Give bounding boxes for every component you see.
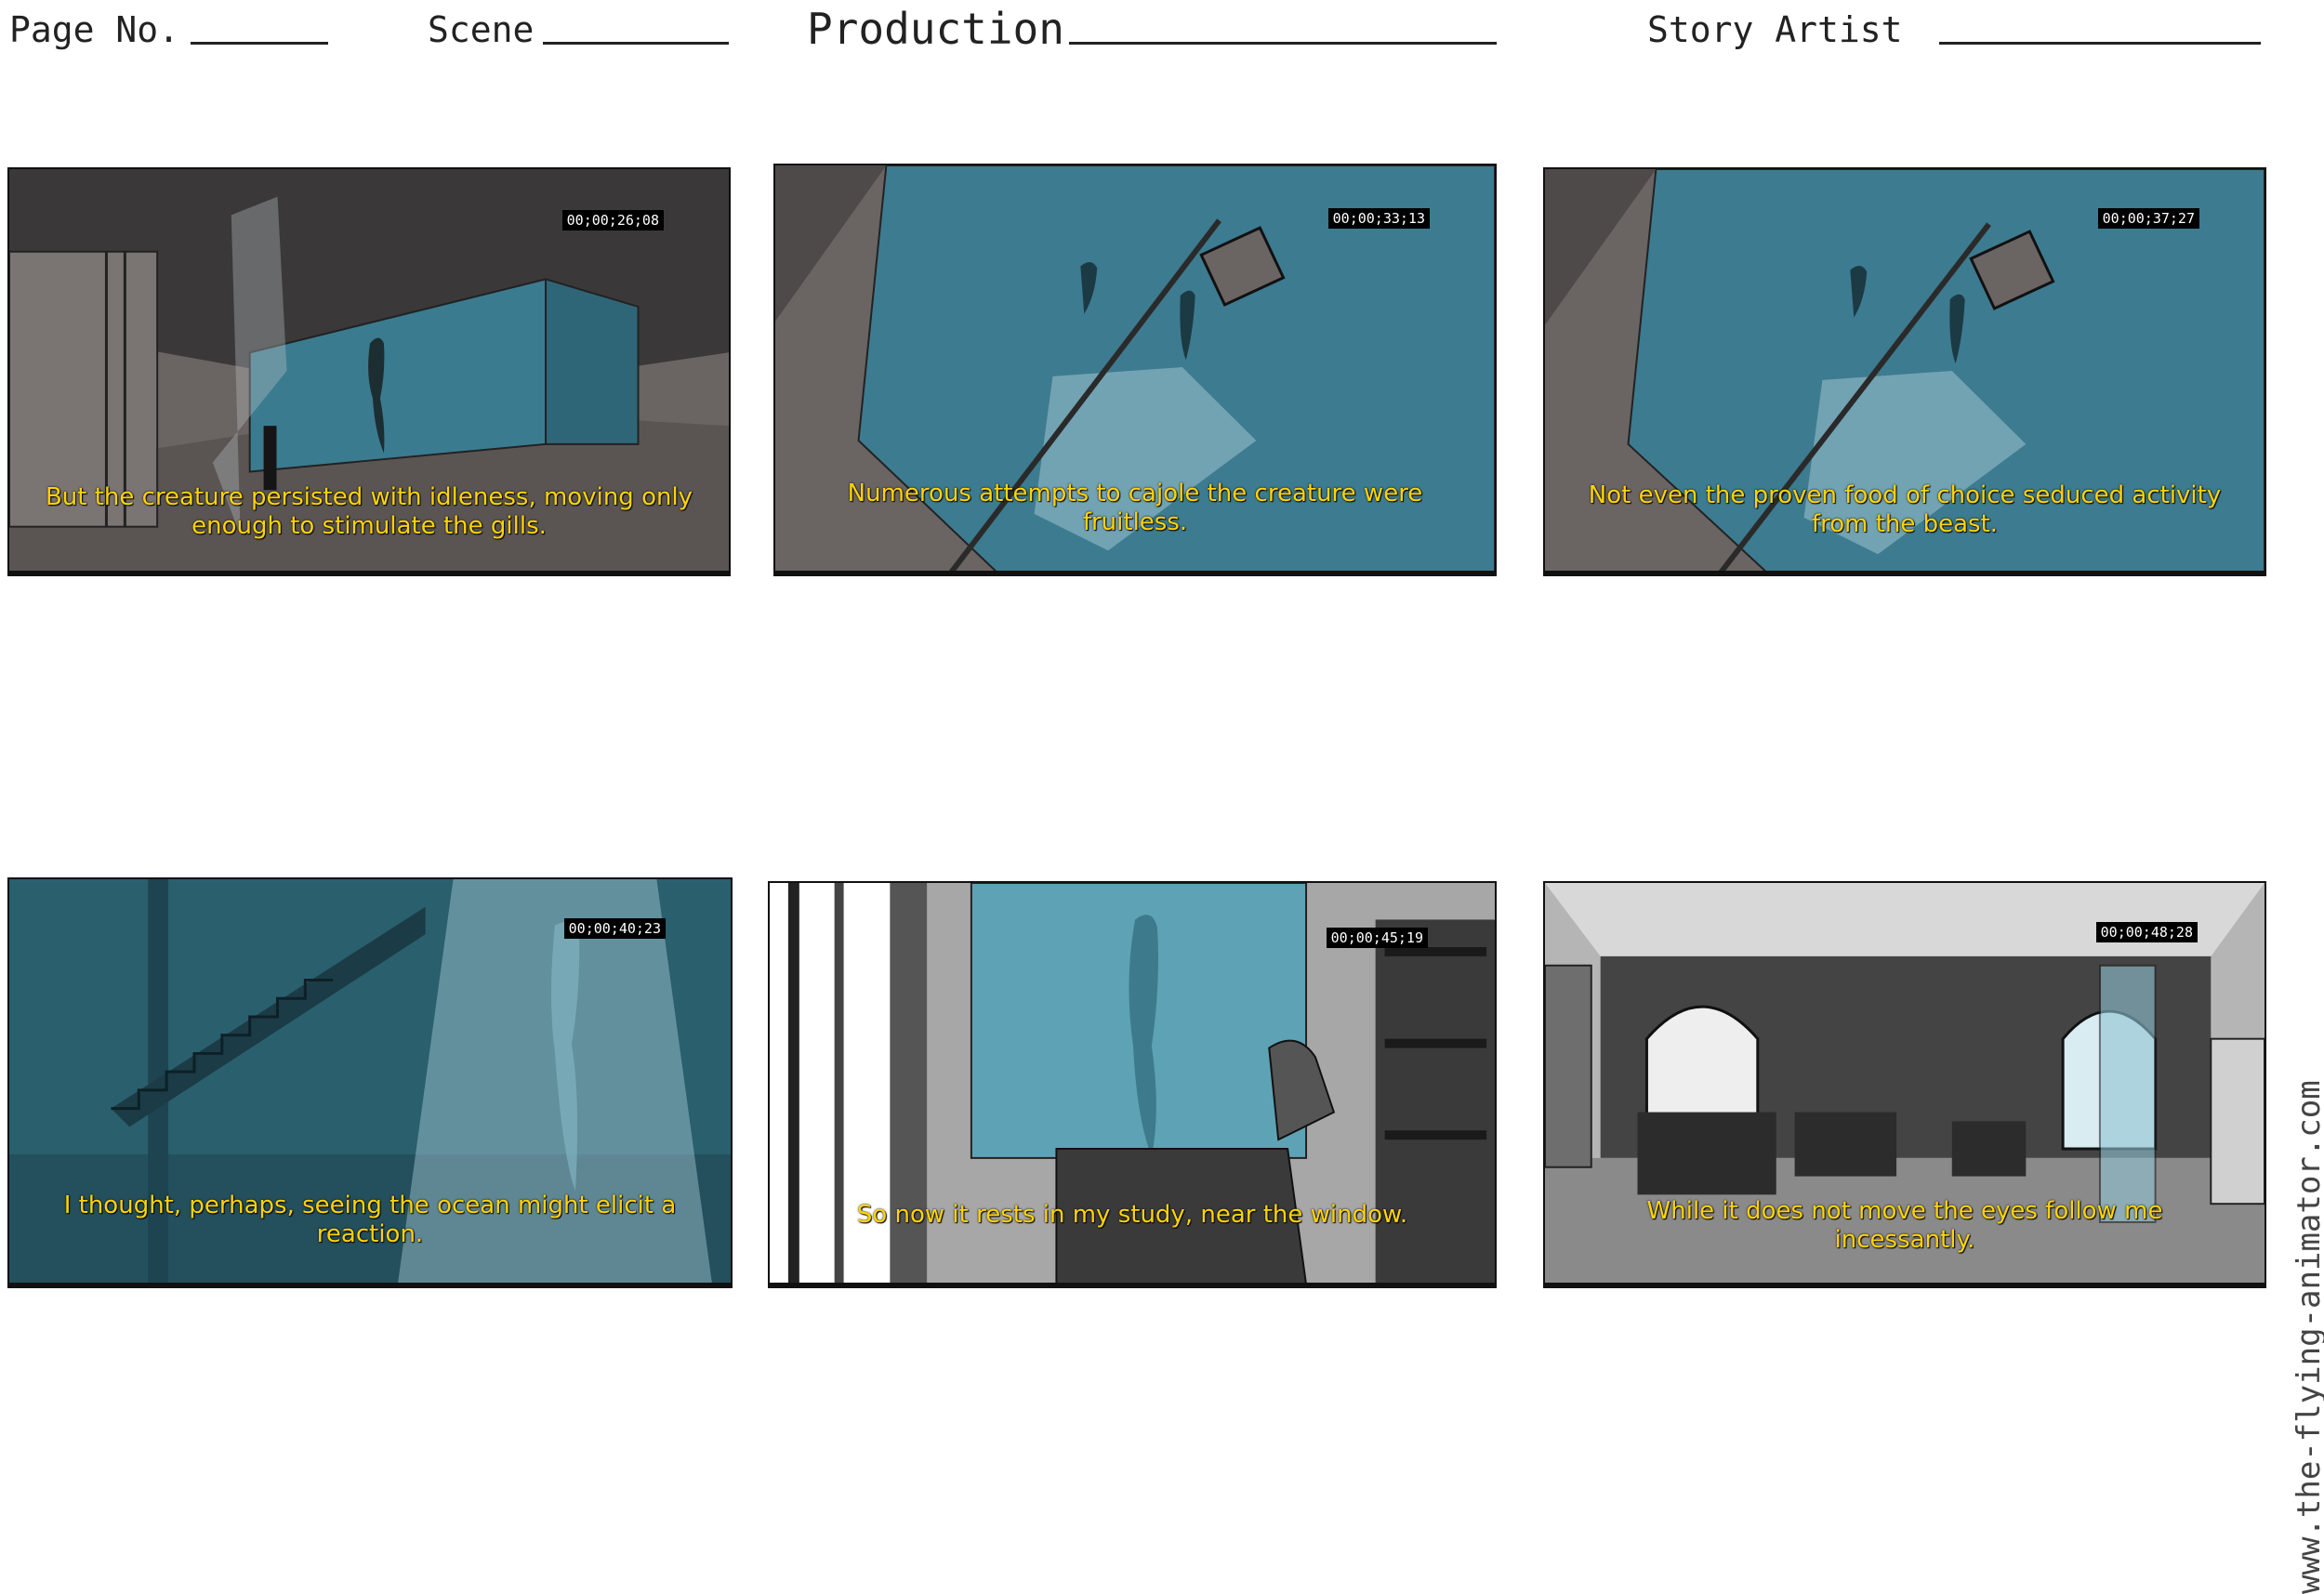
- panel-4-timecode: 00;00;40;23: [563, 918, 666, 939]
- story-artist-line: [1939, 42, 2261, 45]
- panel-5-timecode: 00;00;45;19: [1326, 928, 1428, 948]
- page-no-line: [191, 42, 328, 45]
- scene-line: [543, 42, 729, 45]
- panel-2-timecode: 00;00;33;13: [1327, 208, 1430, 229]
- panel-5-caption: So now it rests in my study, near the wi…: [856, 1201, 1408, 1229]
- scene-label: Scene: [428, 9, 535, 50]
- panel-1-timecode: 00;00;26;08: [561, 210, 664, 231]
- panel-3-timecode: 00;00;37;27: [2097, 208, 2199, 229]
- storyboard-panel-4: 00;00;40;23 I thought, perhaps, seeing t…: [7, 877, 733, 1288]
- production-line: [1069, 42, 1497, 45]
- page-no-label: Page No.: [9, 9, 180, 50]
- panel-4-caption: I thought, perhaps, seeing the ocean mig…: [63, 1192, 677, 1248]
- storyboard-panel-6: 00;00;48;28 While it does not move the e…: [1543, 881, 2266, 1288]
- production-label: Production: [807, 4, 1064, 54]
- panel-3-caption: Not even the proven food of choice seduc…: [1588, 481, 2222, 538]
- storyboard-panel-3: 00;00;37;27 Not even the proven food of …: [1543, 167, 2266, 576]
- storyboard-panel-5: 00;00;45;19 So now it rests in my study,…: [768, 881, 1497, 1288]
- website-watermark: www.the-flying-animator.com: [2291, 1080, 2324, 1594]
- story-artist-label: Story Artist: [1647, 9, 1903, 50]
- storyboard-panel-2: 00;00;33;13 Numerous attempts to cajole …: [773, 164, 1497, 576]
- panel-6-timecode: 00;00;48;28: [2095, 922, 2198, 942]
- panel-2-caption: Numerous attempts to cajole the creature…: [847, 480, 1423, 536]
- panel-1-caption: But the creature persisted with idleness…: [45, 483, 693, 540]
- panel-6-caption: While it does not move the eyes follow m…: [1646, 1197, 2163, 1254]
- storyboard-panel-1: 00;00;26;08 But the creature persisted w…: [7, 167, 731, 576]
